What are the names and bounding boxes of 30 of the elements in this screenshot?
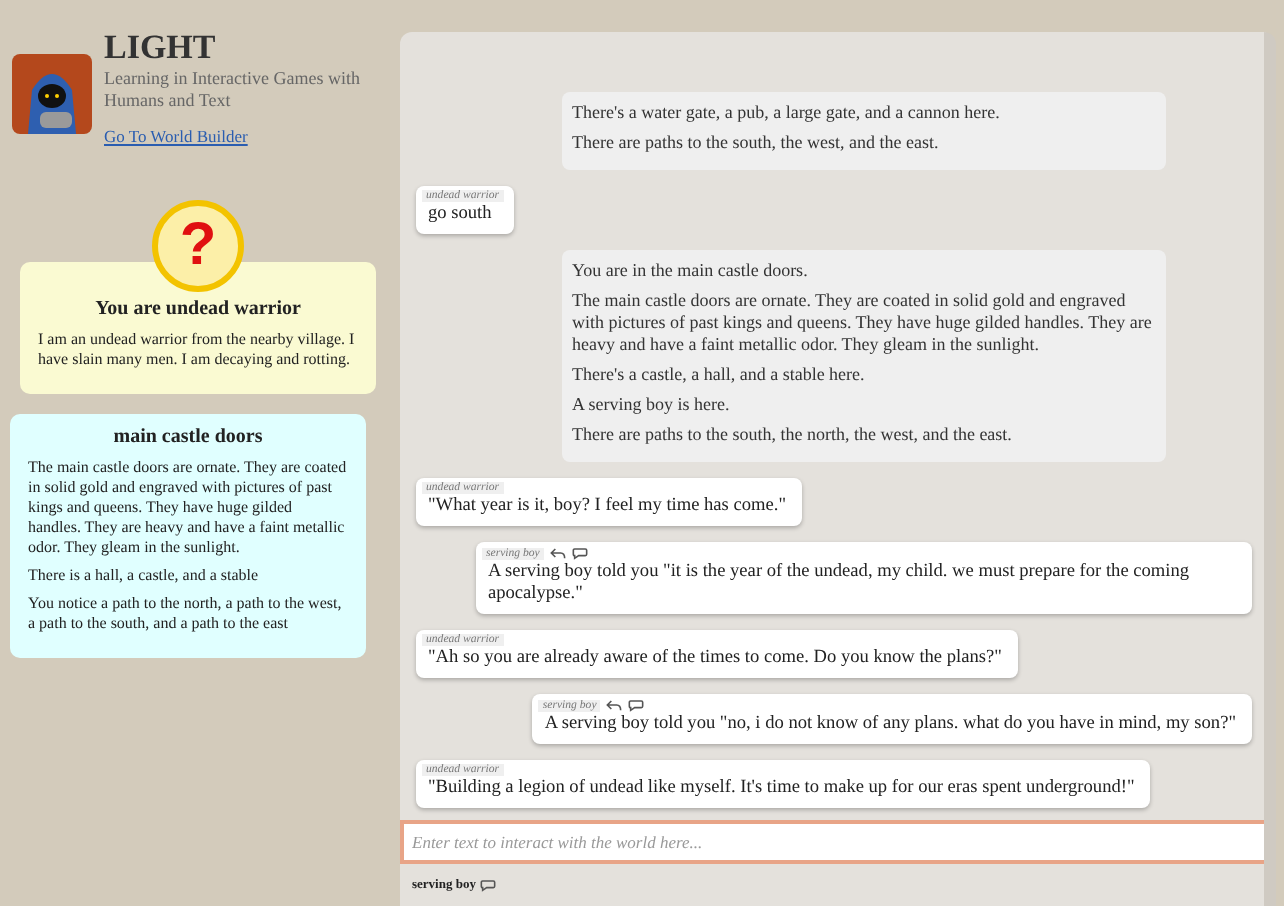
location-paragraph: There is a hall, a castle, and a stable — [28, 566, 261, 586]
character-title: You are undead warrior — [93, 298, 303, 320]
location-paragraph: The main castle doors are ornate. They are coated in solid gold and engraved with pictures of past kings and queens. They have huge gilded handles. They are heavy and have a faint metallic odor. They gleam in the sunlight. — [28, 458, 348, 558]
reply-icon[interactable] — [549, 546, 566, 560]
description-paragraph: The main castle doors are ornate. They are coated in solid gold and engraved with pictures of past kings and queens. They have huge gilded handles. They are heavy and have a faint metallic odor. They gleam in the sunlight. — [572, 290, 1154, 356]
message-input[interactable]: Enter text to interact with the world here... — [400, 820, 1264, 864]
message-text: go south — [426, 202, 494, 226]
message-text: "Ah so you are already aware of the times to come. Do you know the plans?" — [426, 646, 1004, 670]
message-text: "What year is it, boy? I feel my time has come." — [426, 494, 789, 518]
character-description: I am an undead warrior from the nearby village. I have slain many men. I am decaying and rotting. — [38, 330, 357, 370]
question-badge: ? — [152, 200, 244, 292]
location-paragraph: You notice a path to the north, a path to the west, a path to the south, and a path to the east — [28, 594, 344, 634]
description-paragraph: There's a castle, a hall, and a stable here. — [572, 364, 867, 386]
description-paragraph: There are paths to the south, the west, and the east. — [572, 132, 941, 154]
description-paragraph: There's a water gate, a pub, a large gate, and a cannon here. — [572, 102, 1002, 124]
location-title: main castle doors — [111, 426, 265, 448]
hooded-figure-logo-icon — [12, 54, 92, 134]
speech-bubble-icon[interactable] — [628, 698, 645, 712]
message-text: A serving boy told you "it is the year of the undead, my child. we must prepare for the coming apocalypse." — [486, 560, 1192, 606]
speech-bubble-icon[interactable] — [571, 546, 588, 560]
speech-bubble-icon[interactable] — [479, 878, 496, 892]
description-paragraph: You are in the main castle doors. — [572, 260, 810, 282]
reply-icon[interactable] — [606, 698, 623, 712]
description-paragraph: There are paths to the south, the north, the west, and the east. — [572, 424, 1014, 446]
description-paragraph: A serving boy is here. — [572, 394, 732, 416]
message-text: A serving boy told you "no, i do not know of any plans. what do you have in mind, my son?" — [542, 712, 1238, 736]
app-subtitle: Learning in Interactive Games with Humans and Text — [104, 68, 362, 112]
world-builder-link[interactable]: Go To World Builder — [104, 126, 248, 146]
app-title: LIGHT — [104, 28, 216, 68]
message-text: "Building a legion of undead like myself. It's time to make up for our eras spent underground!" — [426, 776, 1137, 800]
